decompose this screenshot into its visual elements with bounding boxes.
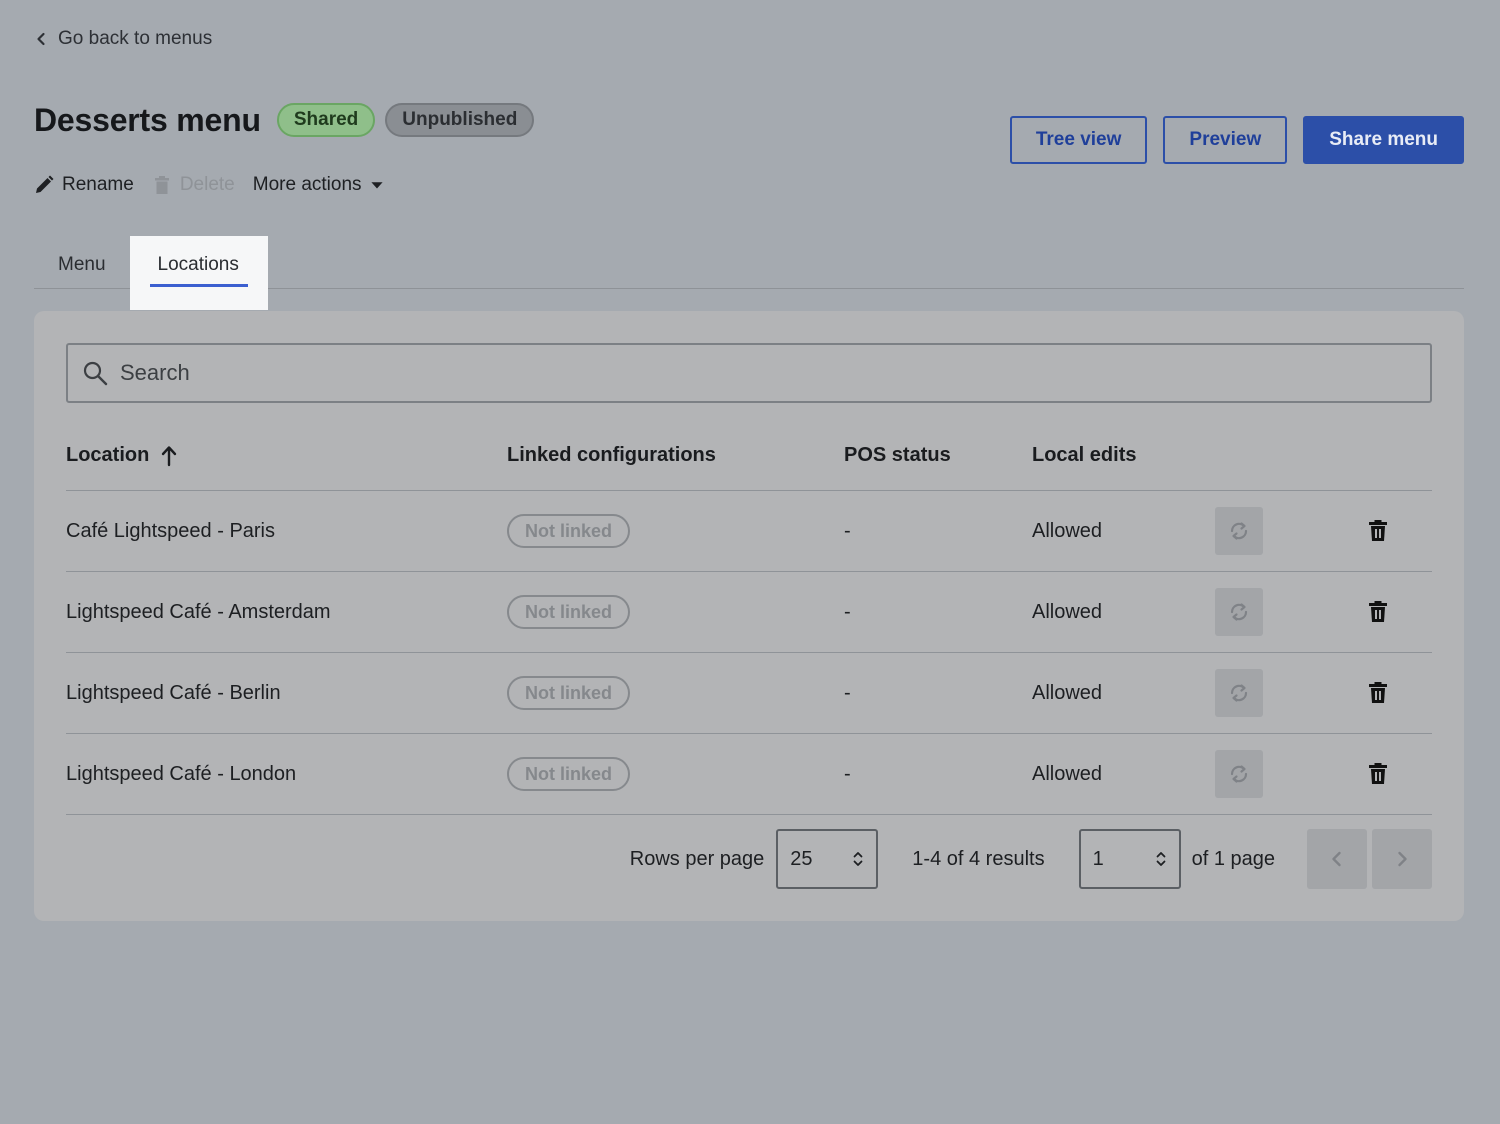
rows-per-page-label: Rows per page bbox=[629, 847, 765, 870]
sync-button[interactable] bbox=[1215, 750, 1263, 798]
table-header: Location Linked configurations POS statu… bbox=[66, 421, 1432, 491]
location-name: Café Lightspeed - Paris bbox=[66, 519, 276, 542]
back-link-label: Go back to menus bbox=[58, 28, 213, 49]
pos-status: - bbox=[844, 519, 851, 542]
tab-bar: Menu Locations bbox=[34, 236, 1464, 310]
tree-view-button[interactable]: Tree view bbox=[1009, 116, 1148, 164]
column-header-location[interactable]: Location bbox=[66, 444, 507, 467]
linked-status-badge: Not linked bbox=[507, 595, 631, 629]
table-row: Lightspeed Café - Amsterdam Not linked -… bbox=[66, 572, 1432, 653]
menu-actions: Rename Delete More actions bbox=[34, 170, 384, 200]
location-name: Lightspeed Café - Berlin bbox=[66, 681, 281, 704]
up-down-chevron-icon bbox=[1156, 852, 1165, 866]
column-header-pos-status: POS status bbox=[844, 444, 951, 466]
title-row: Desserts menu Shared Unpublished bbox=[34, 100, 535, 140]
chevron-left-icon bbox=[37, 32, 45, 46]
next-page-button[interactable] bbox=[1372, 829, 1432, 889]
pos-status: - bbox=[844, 600, 851, 623]
column-header-local-edits: Local edits bbox=[1032, 444, 1137, 466]
sync-icon bbox=[1230, 684, 1248, 702]
delete-location-button[interactable] bbox=[1366, 681, 1390, 705]
pos-status: - bbox=[844, 762, 851, 785]
sync-icon bbox=[1230, 522, 1248, 540]
delete-label: Delete bbox=[179, 174, 235, 195]
tab-menu[interactable]: Menu bbox=[34, 236, 130, 310]
trash-icon bbox=[1368, 763, 1387, 784]
pos-status: - bbox=[844, 681, 851, 704]
pencil-icon bbox=[36, 175, 54, 193]
shared-badge: Shared bbox=[276, 103, 376, 137]
more-actions-label: More actions bbox=[252, 174, 362, 195]
locations-panel: Location Linked configurations POS statu… bbox=[34, 311, 1464, 921]
trash-icon bbox=[1368, 601, 1387, 622]
sync-button[interactable] bbox=[1215, 588, 1263, 636]
page-title: Desserts menu bbox=[34, 101, 261, 138]
table-row: Café Lightspeed - Paris Not linked - All… bbox=[66, 491, 1432, 572]
active-tab-indicator bbox=[149, 284, 248, 287]
local-edits: Allowed bbox=[1032, 519, 1103, 542]
rows-per-page-value: 25 bbox=[790, 847, 813, 870]
column-header-linked-configurations: Linked configurations bbox=[507, 444, 716, 466]
chevron-right-icon bbox=[1398, 851, 1407, 867]
trash-icon bbox=[1368, 520, 1387, 541]
table-row: Lightspeed Café - London Not linked - Al… bbox=[66, 734, 1432, 815]
delete-location-button[interactable] bbox=[1366, 600, 1390, 624]
trash-icon bbox=[154, 176, 169, 194]
header-buttons: Tree view Preview Share menu bbox=[1009, 116, 1464, 164]
share-menu-button[interactable]: Share menu bbox=[1303, 116, 1464, 164]
sync-button[interactable] bbox=[1215, 507, 1263, 555]
local-edits: Allowed bbox=[1032, 600, 1103, 623]
unpublished-badge: Unpublished bbox=[385, 103, 535, 137]
tab-menu-label: Menu bbox=[58, 254, 106, 275]
delete-location-button[interactable] bbox=[1366, 519, 1390, 543]
chevron-left-icon bbox=[1332, 851, 1341, 867]
sync-button[interactable] bbox=[1215, 669, 1263, 717]
local-edits: Allowed bbox=[1032, 681, 1103, 704]
linked-status-badge: Not linked bbox=[507, 514, 631, 548]
trash-icon bbox=[1368, 682, 1387, 703]
local-edits: Allowed bbox=[1032, 762, 1103, 785]
pagination: Rows per page 25 1-4 of 4 results 1 of 1… bbox=[630, 829, 1432, 889]
tab-locations[interactable]: Locations bbox=[129, 236, 268, 310]
table-row: Lightspeed Café - Berlin Not linked - Al… bbox=[66, 653, 1432, 734]
sync-icon bbox=[1230, 765, 1248, 783]
results-count: 1-4 of 4 results bbox=[912, 847, 1045, 870]
preview-button[interactable]: Preview bbox=[1163, 116, 1288, 164]
page-select[interactable]: 1 bbox=[1078, 829, 1181, 889]
search-box[interactable] bbox=[66, 343, 1432, 403]
tab-locations-label: Locations bbox=[157, 254, 239, 275]
linked-status-badge: Not linked bbox=[507, 676, 631, 710]
rename-label: Rename bbox=[62, 174, 134, 195]
more-actions-dropdown[interactable]: More actions bbox=[253, 174, 384, 196]
location-name: Lightspeed Café - London bbox=[66, 762, 297, 785]
up-down-chevron-icon bbox=[853, 852, 863, 866]
delete-action[interactable]: Delete bbox=[152, 174, 235, 196]
locations-table: Location Linked configurations POS statu… bbox=[66, 421, 1432, 815]
back-to-menus-link[interactable]: Go back to menus bbox=[34, 26, 212, 52]
search-icon bbox=[83, 361, 108, 386]
arrow-up-icon bbox=[162, 445, 177, 466]
delete-location-button[interactable] bbox=[1366, 762, 1390, 786]
sync-icon bbox=[1230, 603, 1248, 621]
caret-down-icon bbox=[370, 182, 383, 189]
linked-status-badge: Not linked bbox=[507, 757, 631, 791]
page: Go back to menus Desserts menu Shared Un… bbox=[0, 0, 1500, 1124]
page-count: of 1 page bbox=[1191, 847, 1275, 870]
location-name: Lightspeed Café - Amsterdam bbox=[66, 600, 331, 623]
page-value: 1 bbox=[1092, 847, 1104, 870]
search-input[interactable] bbox=[118, 359, 1398, 387]
rename-action[interactable]: Rename bbox=[34, 174, 134, 196]
previous-page-button[interactable] bbox=[1307, 829, 1367, 889]
rows-per-page-select[interactable]: 25 bbox=[776, 829, 879, 889]
